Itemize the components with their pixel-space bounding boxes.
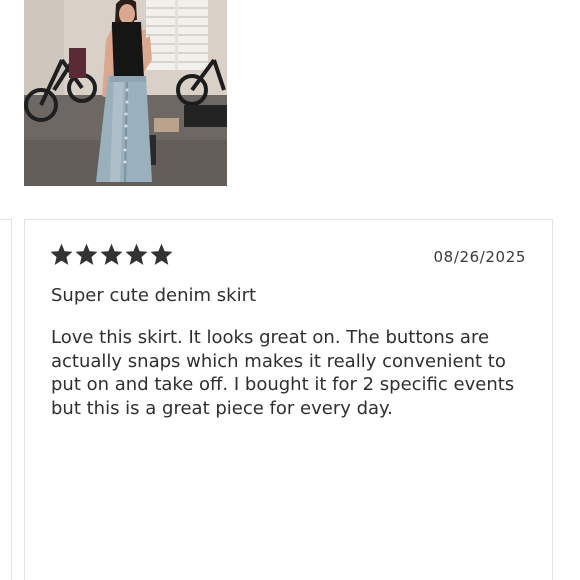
star-rating bbox=[51, 244, 172, 265]
review-photo[interactable] bbox=[24, 0, 227, 186]
previous-review-card bbox=[0, 219, 12, 580]
star-icon bbox=[126, 244, 147, 265]
star-icon bbox=[76, 244, 97, 265]
star-icon bbox=[151, 244, 172, 265]
review-card: 08/26/2025 Super cute denim skirt Love t… bbox=[24, 219, 553, 580]
star-icon bbox=[51, 244, 72, 265]
review-body: Love this skirt. It looks great on. The … bbox=[51, 327, 515, 419]
review-page: 08/26/2025 Super cute denim skirt Love t… bbox=[0, 0, 580, 580]
review-title: Super cute denim skirt bbox=[51, 285, 257, 306]
review-photo-image bbox=[24, 0, 227, 186]
star-icon bbox=[101, 244, 122, 265]
review-date: 08/26/2025 bbox=[433, 248, 526, 266]
